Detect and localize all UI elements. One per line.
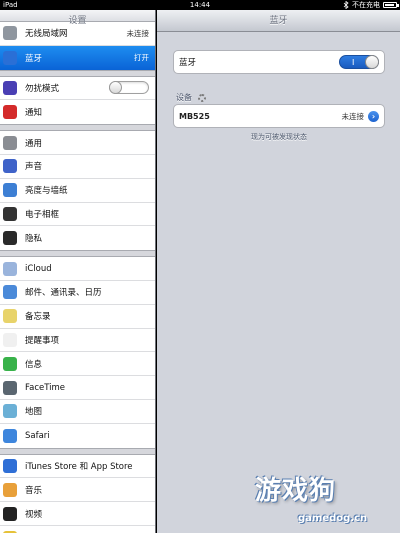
- maps-icon: [3, 404, 17, 419]
- sidebar-item[interactable]: 音乐: [0, 478, 155, 503]
- sidebar-item[interactable]: 声音: [0, 155, 155, 179]
- sidebar-item-label: 隐私: [25, 234, 43, 245]
- do-not-disturb-switch[interactable]: [109, 81, 149, 95]
- facetime-icon: [3, 380, 17, 395]
- switch-knob: [365, 55, 379, 69]
- sidebar-item-label: 电子相框: [25, 209, 60, 220]
- discoverable-hint: 现为可被发现状态: [251, 133, 307, 141]
- status-bar: iPad 14:44 不在充电: [0, 0, 400, 10]
- sidebar-item[interactable]: iTunes Store 和 App Store: [0, 455, 155, 479]
- sidebar-item[interactable]: 视频: [0, 502, 155, 526]
- sidebar-item-label: 蓝牙: [25, 53, 43, 64]
- bluetooth-toggle-row: 蓝牙 I: [174, 51, 384, 73]
- settings-master-pane: 设置 无线局域网 未连接 蓝牙 打开 勿扰模式 通知 通用 声音 亮度与墙纸 电子相框 隐私 iClo…: [0, 10, 156, 533]
- sidebar-item-label: 音乐: [25, 485, 43, 496]
- bluetooth-status-icon: [343, 1, 349, 9]
- sidebar-item[interactable]: 蓝牙 打开: [0, 45, 155, 70]
- sidebar-item-label: 信息: [25, 359, 43, 370]
- sidebar-item-label: 视频: [25, 509, 43, 520]
- detail-nav-title: 蓝牙: [157, 10, 400, 32]
- switch-on-mark: I: [352, 58, 355, 67]
- switch-knob: [109, 81, 122, 95]
- devices-header: 设备: [176, 92, 206, 103]
- notes-icon: [3, 309, 17, 324]
- settings-group: 无线局域网 未连接蓝牙 打开: [0, 21, 155, 71]
- sidebar-item[interactable]: FaceTime: [0, 376, 155, 400]
- sidebar-item[interactable]: 提醒事项: [0, 329, 155, 353]
- sidebar-item-value: 打开: [134, 53, 149, 63]
- sidebar-item-label: iTunes Store 和 App Store: [25, 461, 133, 472]
- settings-group: iTunes Store 和 App Store 音乐视频照片与相机: [0, 453, 155, 533]
- bluetooth-toggle-card: 蓝牙 I: [173, 50, 385, 74]
- detail-disclosure-icon[interactable]: ›: [368, 110, 379, 122]
- watermark-url: gamedog.cn: [298, 513, 368, 524]
- sidebar-item-label: Safari: [25, 430, 50, 441]
- sidebar-item[interactable]: 信息: [0, 352, 155, 377]
- status-right: 不在充电: [343, 0, 399, 10]
- sidebar-item[interactable]: 地图: [0, 400, 155, 424]
- settings-group: iCloud 邮件、通讯录、日历 备忘录提醒事项信息 FaceTime 地图 Safari: [0, 256, 155, 449]
- compass-icon: [3, 428, 17, 443]
- sidebar-item[interactable]: 邮件、通讯录、日历: [0, 281, 155, 305]
- sidebar-item-label: 无线局域网: [25, 29, 68, 40]
- sidebar-item-label: iCloud: [25, 263, 52, 274]
- notifications-icon: [3, 105, 17, 120]
- device-status: 未连接: [341, 111, 365, 121]
- sidebar-item[interactable]: 通知: [0, 100, 155, 124]
- brightness-icon: [3, 183, 17, 198]
- sidebar-item[interactable]: 勿扰模式: [0, 77, 155, 101]
- store-icon: [3, 458, 17, 473]
- sidebar-item[interactable]: 通用: [0, 131, 155, 155]
- watermark-logo: 游戏狗: [255, 476, 337, 506]
- wifi-icon: [3, 26, 17, 41]
- settings-group: 勿扰模式 通知: [0, 75, 155, 126]
- gear-icon: [3, 135, 17, 150]
- sidebar-item[interactable]: Safari: [0, 424, 155, 448]
- searching-spinner-icon: [198, 93, 206, 102]
- hand-icon: [3, 231, 17, 246]
- sidebar-item[interactable]: 照片与相机: [0, 526, 155, 533]
- sidebar-item-label: 邮件、通讯录、日历: [25, 288, 102, 299]
- cloud-icon: [3, 261, 17, 276]
- device-row[interactable]: MB525 未连接 ›: [174, 105, 384, 127]
- device-name: MB525: [179, 111, 210, 121]
- sidebar-item[interactable]: 电子相框: [0, 203, 155, 227]
- settings-group: 通用声音亮度与墙纸电子相框隐私: [0, 130, 155, 252]
- bluetooth-switch[interactable]: I: [339, 55, 379, 69]
- sidebar-item[interactable]: 隐私: [0, 226, 155, 250]
- sidebar-item[interactable]: 备忘录: [0, 305, 155, 329]
- sidebar-item-label: FaceTime: [25, 382, 66, 393]
- bluetooth-icon: [3, 50, 17, 65]
- battery-icon: [383, 2, 399, 8]
- sidebar-item-label: 亮度与墙纸: [25, 186, 68, 197]
- moon-icon: [3, 80, 17, 95]
- video-icon: [3, 506, 17, 521]
- mail-icon: [3, 285, 17, 300]
- messages-icon: [3, 356, 17, 371]
- sidebar-item[interactable]: 亮度与墙纸: [0, 179, 155, 203]
- sidebar-item[interactable]: iCloud: [0, 257, 155, 281]
- bluetooth-detail-pane: 蓝牙 蓝牙 I 设备 MB525 未连接 › 现为可被发现状态: [157, 10, 400, 533]
- sidebar-item-label: 提醒事项: [25, 335, 60, 346]
- speaker-icon: [3, 159, 17, 174]
- sidebar-item-label: 备忘录: [25, 312, 51, 323]
- sidebar-item-label: 声音: [25, 162, 43, 173]
- bluetooth-label: 蓝牙: [179, 58, 197, 68]
- status-time: 14:44: [189, 1, 211, 9]
- music-icon: [3, 482, 17, 497]
- sidebar-item-label: 勿扰模式: [25, 83, 60, 94]
- charging-status: 不在充电: [352, 1, 380, 9]
- sidebar-item[interactable]: 无线局域网 未连接: [0, 22, 155, 46]
- picture-frame-icon: [3, 206, 17, 221]
- sidebar-item-label: 通知: [25, 108, 43, 119]
- device-list-card: MB525 未连接 ›: [173, 104, 385, 128]
- sidebar-item-value: 未连接: [126, 28, 150, 38]
- sidebar-item-label: 通用: [25, 138, 43, 149]
- settings-list: 无线局域网 未连接蓝牙 打开勿扰模式通知通用声音亮度与墙纸电子相框隐私 iCloud 邮…: [0, 21, 155, 533]
- sidebar-item-label: 地图: [25, 407, 43, 418]
- devices-header-label: 设备: [176, 93, 192, 102]
- reminders-icon: [3, 332, 17, 347]
